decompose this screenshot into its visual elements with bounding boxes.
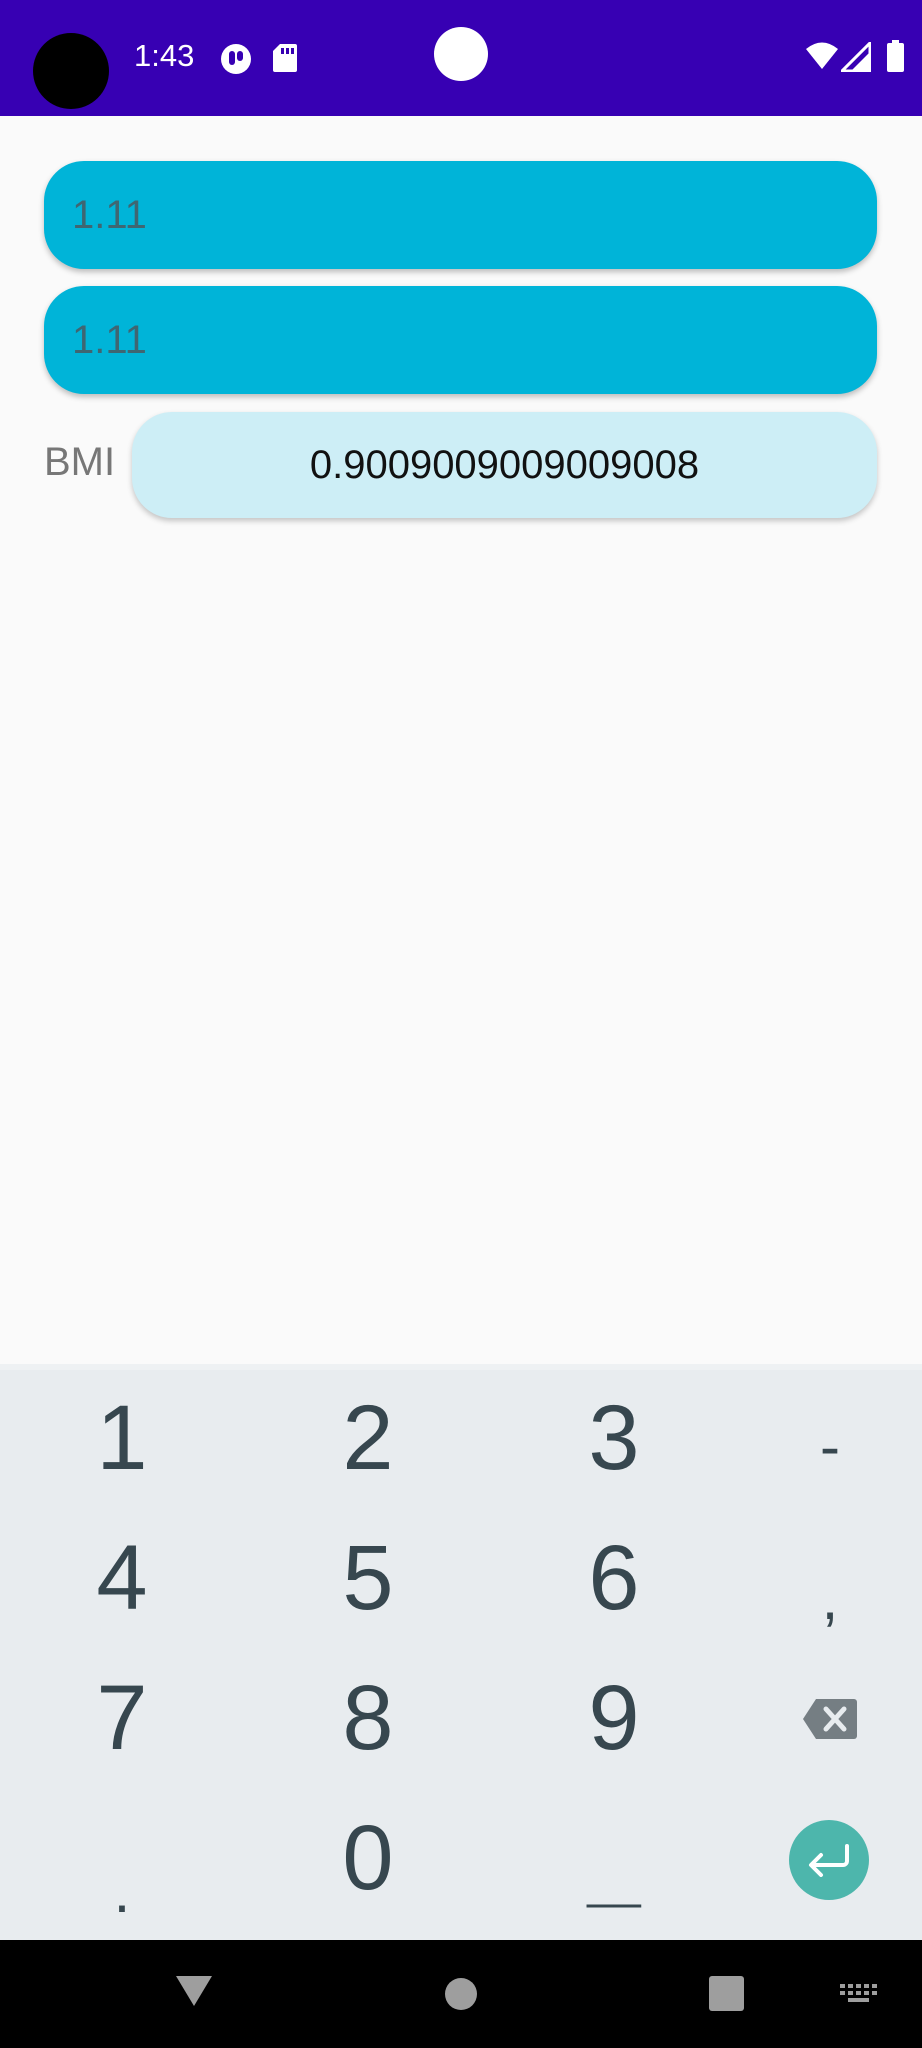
key-2[interactable]: 2 [308,1387,428,1489]
battery-icon [887,40,904,72]
enter-arrow-icon [809,1844,849,1877]
wifi-icon [806,42,838,69]
status-bar: 1:43 [0,0,922,116]
sd-card-icon [273,44,297,72]
weight-input[interactable]: 1.11 [44,161,877,269]
height-input[interactable]: 1.11 [44,286,877,394]
weight-input-value: 1.11 [72,192,147,237]
key-8[interactable]: 8 [308,1667,428,1769]
keyboard-switch-icon[interactable] [840,1984,878,2006]
status-center-dot [434,27,488,81]
home-icon[interactable] [445,1978,477,2010]
bmi-result-field: 0.9009009009009008 [132,412,877,518]
bmi-label: BMI [44,440,116,484]
recents-icon[interactable] [709,1976,744,2011]
key-minus[interactable]: - [770,1396,890,1496]
key-1[interactable]: 1 [62,1387,182,1489]
key-4[interactable]: 4 [62,1527,182,1629]
key-space[interactable]: __ [554,1830,674,1910]
key-9[interactable]: 9 [554,1667,674,1769]
enter-button[interactable] [789,1820,869,1900]
camera-cutout [33,33,109,109]
back-icon[interactable] [174,1974,214,2008]
key-0[interactable]: 0 [308,1807,428,1909]
signal-icon [841,42,871,72]
key-3[interactable]: 3 [554,1387,674,1489]
key-7[interactable]: 7 [62,1667,182,1769]
status-time: 1:43 [134,38,195,73]
bmi-result-value: 0.9009009009009008 [309,442,700,487]
height-input-value: 1.11 [72,317,147,362]
key-comma[interactable]: , [770,1548,890,1648]
notification-app-icon [221,44,251,74]
key-6[interactable]: 6 [554,1527,674,1629]
key-dot[interactable]: . [62,1806,182,1926]
key-5[interactable]: 5 [308,1527,428,1629]
backspace-icon[interactable] [802,1698,858,1740]
